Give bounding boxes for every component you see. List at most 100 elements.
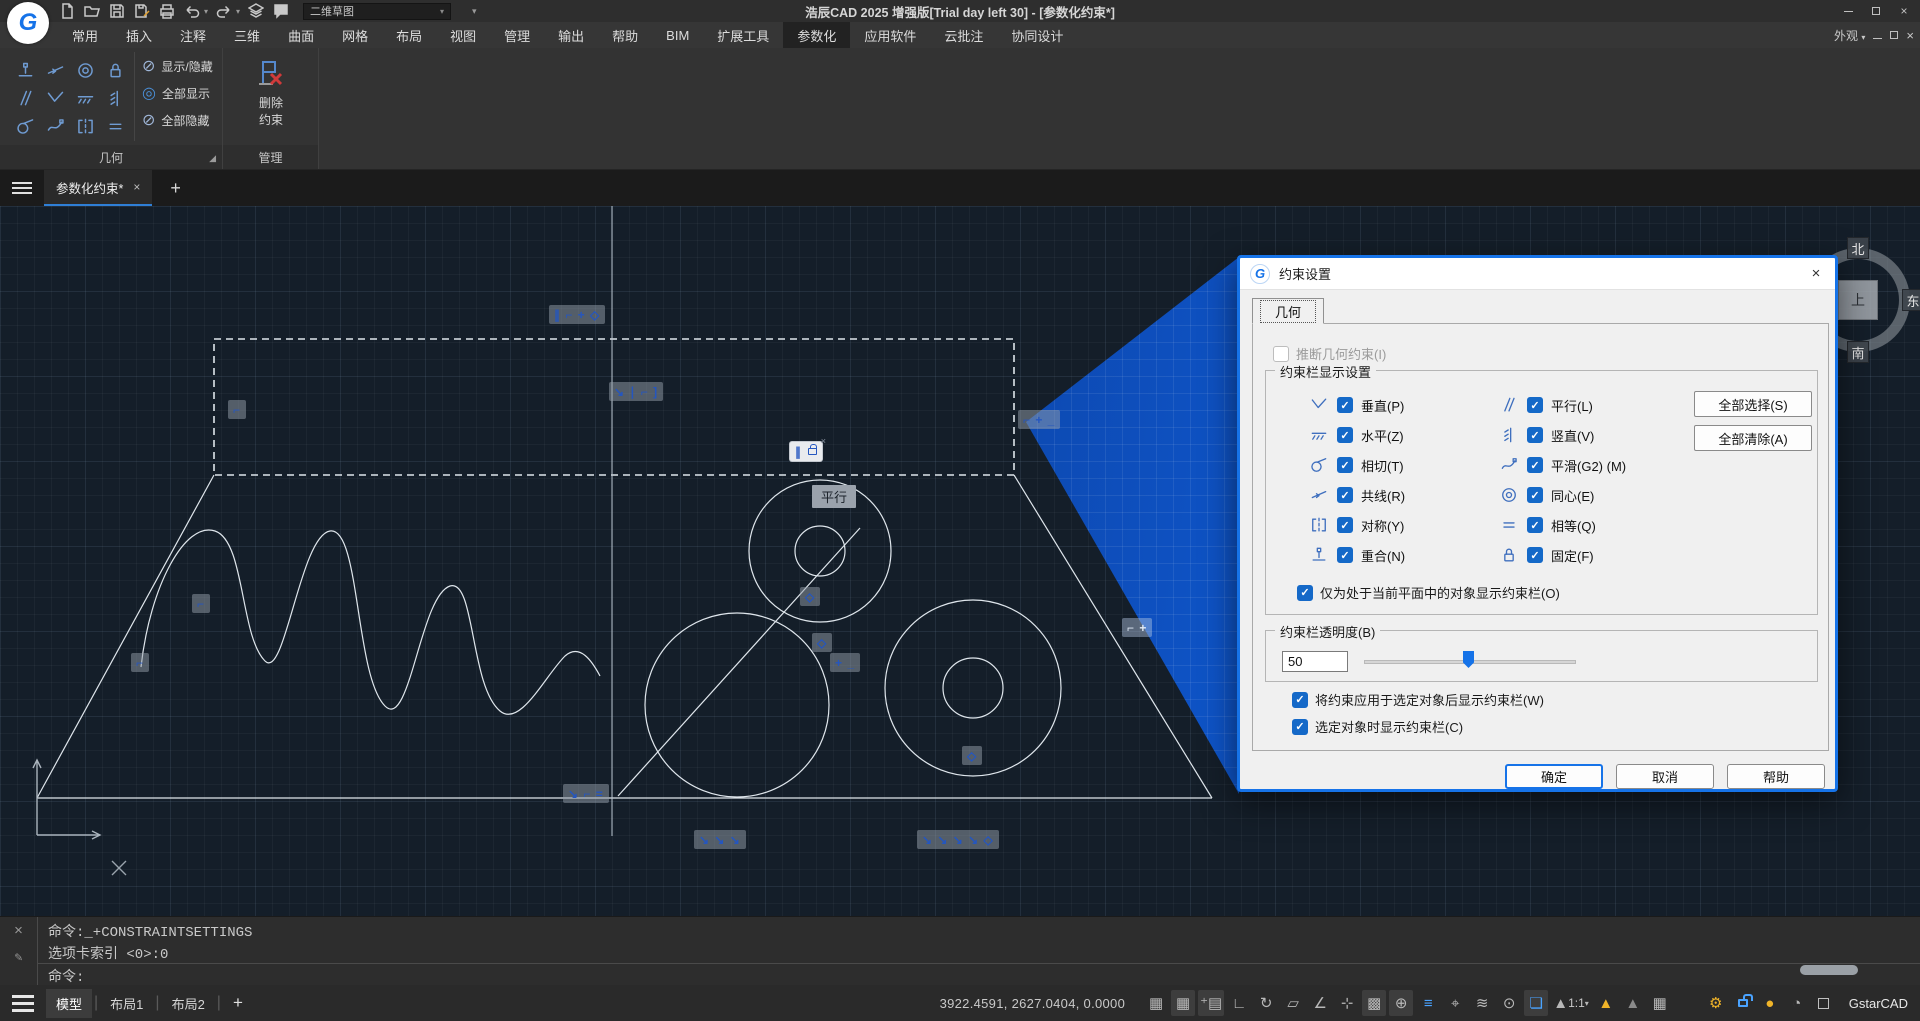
annotation-autoscale-icon[interactable]: ▲: [1621, 990, 1645, 1016]
tab-close-icon[interactable]: ×: [133, 180, 140, 194]
constraint-badge[interactable]: ⌐: [228, 400, 246, 419]
undo-icon[interactable]: [183, 2, 201, 20]
smooth-checkbox[interactable]: [1527, 457, 1543, 473]
tab-changyong[interactable]: 常用: [58, 22, 112, 48]
constraint-badge[interactable]: ◇: [812, 633, 832, 652]
command-edit-icon[interactable]: ✎: [15, 950, 23, 965]
compass-south-label[interactable]: 南: [1847, 341, 1869, 363]
save-icon[interactable]: [108, 2, 126, 20]
doc-close-button[interactable]: ×: [1906, 28, 1914, 43]
hide-all-button[interactable]: ⊘全部隐藏: [142, 108, 209, 132]
redo-icon[interactable]: [215, 2, 233, 20]
transparency-input[interactable]: [1282, 651, 1348, 672]
constraint-badge[interactable]: ↘ ⌐ =: [563, 784, 609, 803]
horizontal-constraint-button[interactable]: [70, 84, 100, 112]
constraint-badge[interactable]: ⌐: [192, 594, 210, 613]
zoom-preview-icon[interactable]: ⊙: [1497, 990, 1521, 1016]
layout-tab-model[interactable]: 模型: [46, 989, 92, 1018]
doc-restore-button[interactable]: [1890, 28, 1898, 42]
infer-constraints-checkbox[interactable]: 推断几何约束(I): [1273, 344, 1386, 363]
layout-tab-2[interactable]: 布局2: [162, 989, 215, 1018]
show-all-button[interactable]: ◎全部显示: [142, 81, 210, 105]
performance-gauge-icon[interactable]: ◔: [1785, 990, 1809, 1016]
clean-screen-icon[interactable]: [1812, 990, 1836, 1016]
document-tab[interactable]: 参数化约束* ×: [44, 170, 152, 206]
constraint-badge[interactable]: + _: [830, 653, 860, 672]
dialog-launcher-icon[interactable]: ◢: [209, 153, 216, 164]
comment-icon[interactable]: [272, 2, 290, 20]
dual-monitor-icon[interactable]: ❏: [1524, 990, 1548, 1016]
menu-hamburger-icon[interactable]: [0, 182, 44, 194]
vertical-checkbox[interactable]: [1527, 427, 1543, 443]
equal-constraint-button[interactable]: [100, 112, 130, 140]
constraint-badge[interactable]: ◇: [962, 746, 982, 765]
table-grid-icon[interactable]: ▦: [1648, 990, 1672, 1016]
tab-guanli[interactable]: 管理: [490, 22, 544, 48]
hatch-display-icon[interactable]: ▩: [1362, 990, 1386, 1016]
horizontal-checkbox[interactable]: [1337, 427, 1353, 443]
concentric-constraint-button[interactable]: [70, 56, 100, 84]
dynamic-ucs-icon[interactable]: ▱: [1281, 990, 1305, 1016]
tab-buju[interactable]: 布局: [382, 22, 436, 48]
clear-all-button[interactable]: 全部清除(A): [1694, 425, 1812, 451]
new-file-icon[interactable]: [58, 2, 76, 20]
compass-east-label[interactable]: 东: [1902, 289, 1920, 311]
redo-dropdown-icon[interactable]: ▾: [236, 7, 240, 16]
constraint-badge[interactable]: ⌐: [131, 653, 149, 672]
constraint-badge[interactable]: ⌐ + _: [1018, 410, 1060, 429]
transparency-slider-handle[interactable]: [1463, 651, 1474, 668]
checkbox-icon[interactable]: [1292, 692, 1308, 708]
symmetric-constraint-button[interactable]: [70, 112, 100, 140]
help-button[interactable]: 帮助: [1727, 764, 1825, 789]
symmetric-checkbox[interactable]: [1337, 517, 1353, 533]
dialog-close-icon[interactable]: ×: [1807, 265, 1825, 282]
tab-zhushi[interactable]: 注释: [166, 22, 220, 48]
lineweight-display-icon[interactable]: ≡: [1416, 990, 1440, 1016]
save-as-icon[interactable]: [133, 2, 151, 20]
minimize-button[interactable]: [1836, 2, 1860, 20]
close-button[interactable]: ×: [1892, 2, 1916, 20]
tab-bangzhu[interactable]: 帮助: [598, 22, 652, 48]
ui-lock-icon[interactable]: [1731, 990, 1755, 1016]
collinear-constraint-button[interactable]: [40, 56, 70, 84]
cancel-button[interactable]: 取消: [1616, 764, 1714, 789]
snap-mode-icon[interactable]: ⁺▤: [1198, 990, 1224, 1016]
selection-cycling-icon[interactable]: ⌖: [1443, 990, 1467, 1016]
perpendicular-checkbox[interactable]: [1337, 397, 1353, 413]
delete-constraint-button[interactable]: 删除 约束: [236, 54, 306, 146]
tab-wangge[interactable]: 网格: [328, 22, 382, 48]
polar-tracking-icon[interactable]: ↻: [1254, 990, 1278, 1016]
tangent-constraint-button[interactable]: [10, 112, 40, 140]
tab-xietong[interactable]: 协同设计: [997, 22, 1077, 48]
vertical-constraint-button[interactable]: [100, 84, 130, 112]
coincident-checkbox[interactable]: [1337, 547, 1353, 563]
fixed-checkbox[interactable]: [1527, 547, 1543, 563]
annotation-scale-icon[interactable]: ▲ 1:1 ▾: [1551, 990, 1591, 1016]
annotation-visibility-icon[interactable]: ▲: [1594, 990, 1618, 1016]
compass-up-face[interactable]: 上: [1838, 280, 1878, 320]
tab-yunpizhu[interactable]: 云批注: [930, 22, 997, 48]
constraint-badge[interactable]: ↘ ↘ ↘: [694, 830, 746, 849]
ok-button[interactable]: 确定: [1505, 764, 1603, 789]
app-logo-icon[interactable]: G: [7, 2, 49, 44]
command-prompt-row[interactable]: 命令:: [38, 963, 1920, 986]
new-tab-button[interactable]: +: [170, 178, 181, 199]
compass-north-label[interactable]: 北: [1847, 237, 1869, 259]
tangent-checkbox[interactable]: [1337, 457, 1353, 473]
tab-shuchu[interactable]: 输出: [544, 22, 598, 48]
checkbox-icon[interactable]: [1273, 346, 1289, 362]
layout-menu-icon[interactable]: [0, 995, 46, 1012]
smooth-constraint-button[interactable]: [40, 112, 70, 140]
show-hide-button[interactable]: ⊘显示/隐藏: [142, 54, 213, 78]
dialog-title-bar[interactable]: G 约束设置 ×: [1240, 258, 1835, 290]
coincident-constraint-button[interactable]: [10, 56, 40, 84]
constraint-badge[interactable]: ⌐ +: [1122, 618, 1152, 637]
parallel-constraint-button[interactable]: [10, 84, 40, 112]
tab-yingyong[interactable]: 应用软件: [850, 22, 930, 48]
maximize-button[interactable]: [1864, 2, 1888, 20]
hardware-accel-bulb-icon[interactable]: ●: [1758, 990, 1782, 1016]
tab-bim[interactable]: BIM: [652, 22, 703, 48]
dynamic-input-icon[interactable]: ⊕: [1389, 990, 1413, 1016]
tab-charu[interactable]: 插入: [112, 22, 166, 48]
layers-icon[interactable]: [247, 2, 265, 20]
